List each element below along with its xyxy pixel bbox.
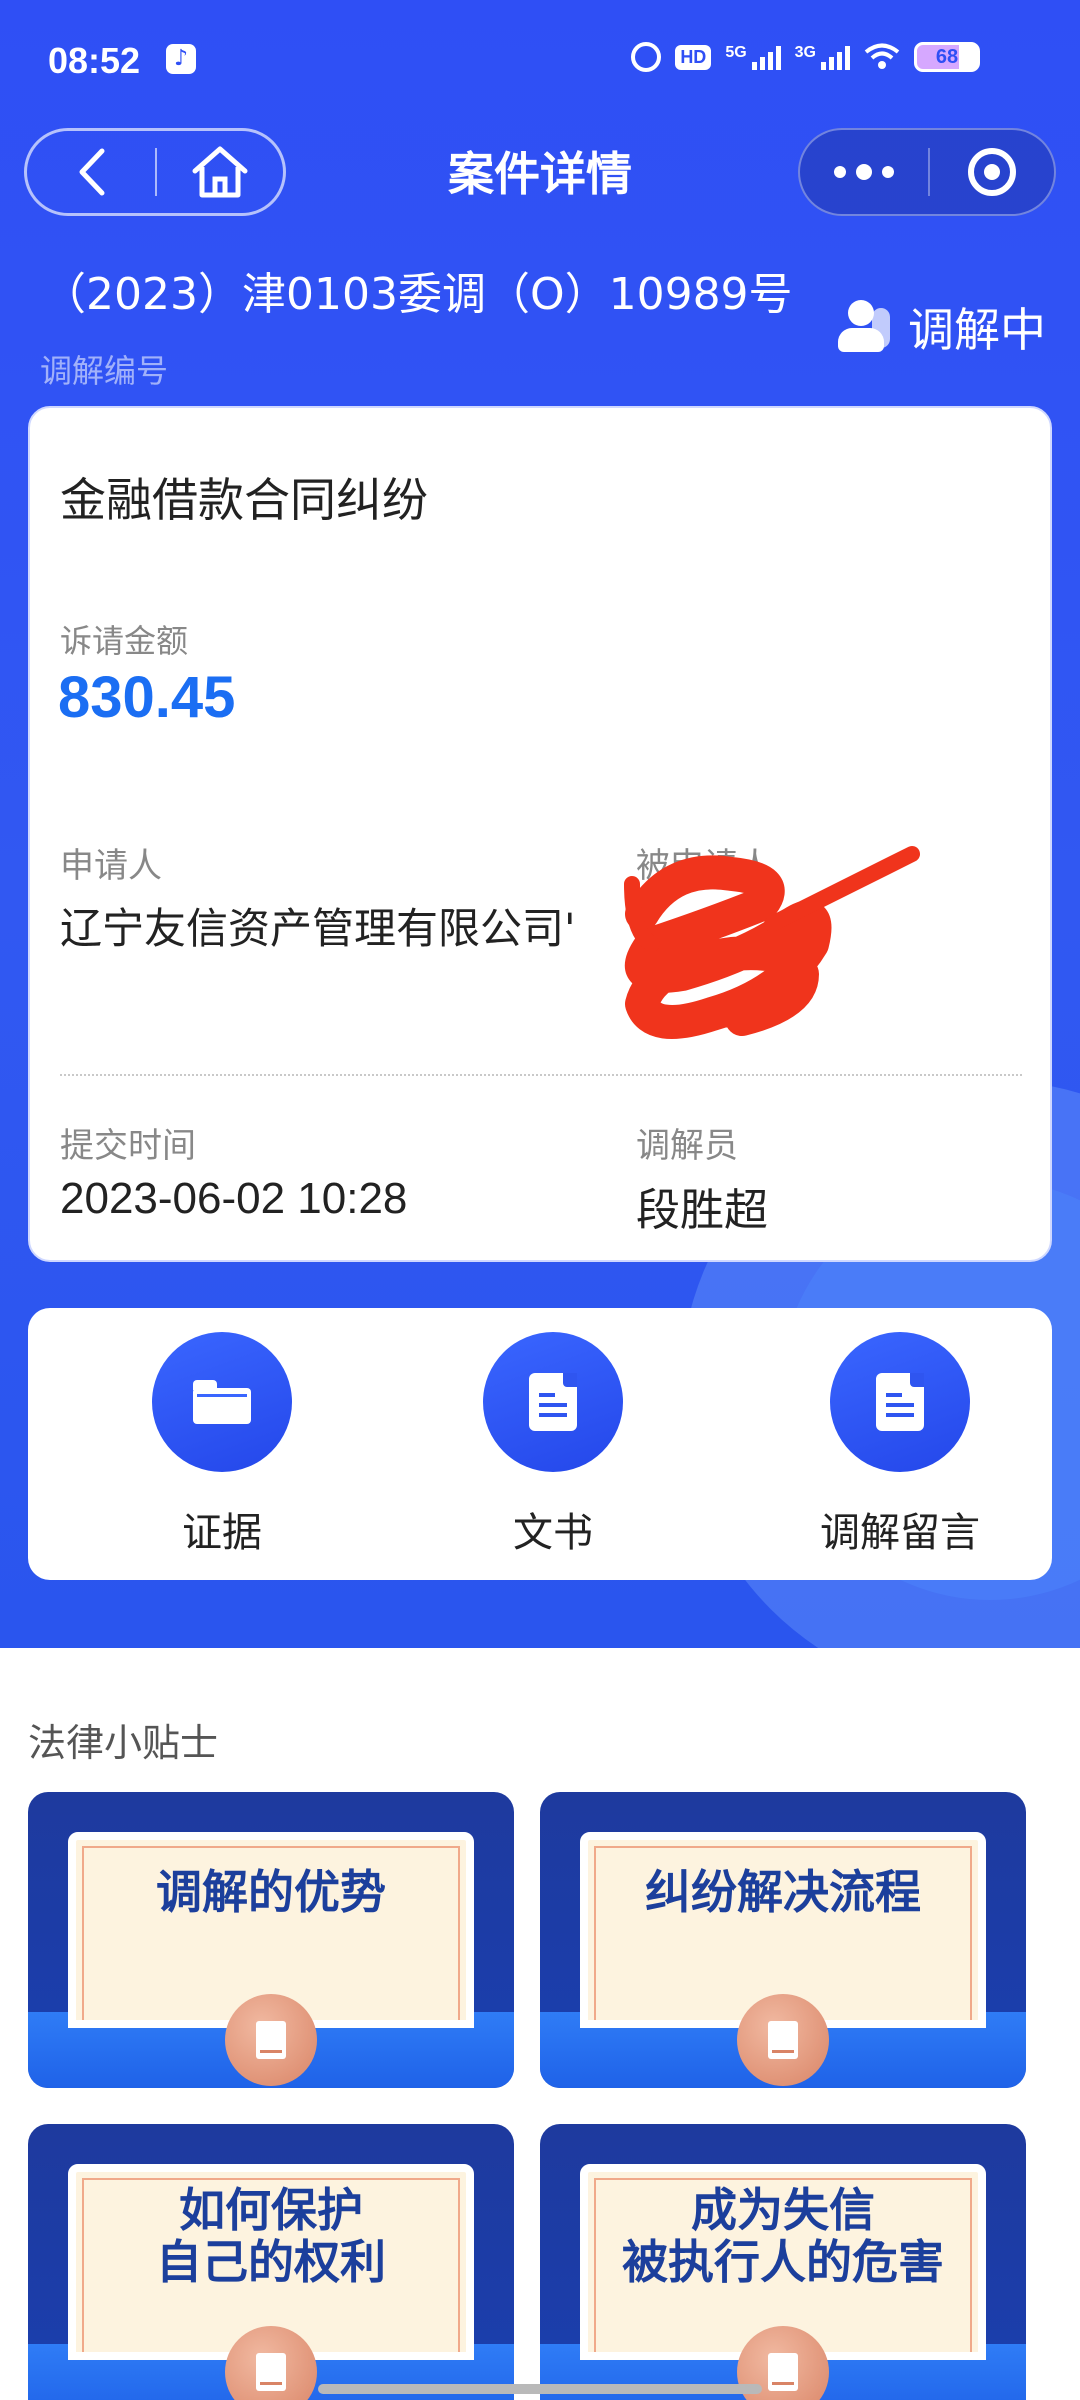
battery-icon: 68 xyxy=(914,42,980,72)
evidence-button[interactable]: 证据 xyxy=(112,1332,332,1558)
submit-time-label: 提交时间 xyxy=(60,1126,196,1166)
network-type-label: 3G xyxy=(794,44,816,61)
status-time: 08:52 xyxy=(48,40,141,81)
documents-circle xyxy=(483,1332,623,1472)
tip-title-line: 自己的权利 xyxy=(156,2235,386,2289)
tip-card[interactable]: 如何保护 自己的权利 xyxy=(28,2124,514,2400)
status-icons: HD 5G 3G 68 xyxy=(631,42,980,72)
target-icon xyxy=(968,148,1016,196)
documents-button[interactable]: 文书 xyxy=(443,1332,663,1558)
document-icon xyxy=(529,1373,577,1431)
evidence-label: 证据 xyxy=(182,1510,262,1556)
mediation-message-label: 调解留言 xyxy=(820,1510,980,1556)
divider xyxy=(60,1074,1022,1076)
case-type: 金融借款合同纠纷 xyxy=(60,473,428,527)
submit-time: 2023-06-02 10:28 xyxy=(60,1174,408,1223)
case-number-label: 调解编号 xyxy=(40,352,169,390)
tip-title-line: 如何保护 xyxy=(179,2183,363,2237)
legal-tips-title: 法律小贴士 xyxy=(28,1721,219,1765)
tip-card[interactable]: 调解的优势 xyxy=(28,1792,514,2088)
more-button[interactable] xyxy=(800,130,928,214)
folder-icon xyxy=(193,1380,251,1424)
close-miniprogram-button[interactable] xyxy=(930,148,1054,196)
signal-3g-icon: 3G xyxy=(795,44,850,70)
document-icon xyxy=(876,1373,924,1431)
case-status-badge: 调解中 xyxy=(838,294,1046,360)
status-text: 调解中 xyxy=(908,303,1046,357)
case-info-card: 金融借款合同纠纷 诉请金额 830.45 申请人 辽宁友信资产管理有限公司' 被… xyxy=(28,406,1052,1262)
tip-title: 纠纷解决流程 xyxy=(645,1865,921,1919)
book-icon xyxy=(737,1994,829,2086)
action-panel: 证据 文书 调解留言 xyxy=(28,1308,1052,1580)
wifi-icon xyxy=(864,43,900,71)
home-indicator[interactable] xyxy=(318,2384,762,2394)
hd-badge: HD xyxy=(675,44,712,70)
book-icon xyxy=(225,1994,317,2086)
tiktok-icon: ♪ xyxy=(166,44,196,74)
signal-5g-icon: 5G xyxy=(725,44,781,70)
dot xyxy=(834,166,846,178)
tip-card[interactable]: 纠纷解决流程 xyxy=(540,1792,1026,2088)
dot xyxy=(882,166,894,178)
mediation-message-button[interactable]: 调解留言 xyxy=(790,1332,1010,1558)
network-type-label: 5G xyxy=(725,44,747,61)
redaction-scribble xyxy=(624,846,920,1039)
applicant-name: 辽宁友信资产管理有限公司' xyxy=(60,904,576,953)
tip-title: 成为失信 被执行人的危害 xyxy=(540,2184,1026,2288)
claim-amount: 830.45 xyxy=(58,665,236,730)
tip-card[interactable]: 成为失信 被执行人的危害 xyxy=(540,2124,1026,2400)
mediator-icon xyxy=(838,300,892,354)
tip-title-line: 成为失信 xyxy=(691,2183,875,2237)
miniprogram-capsule xyxy=(798,128,1056,216)
status-bar: 08:52 ♪ HD 5G 3G 68 xyxy=(0,0,1080,120)
tip-title: 如何保护 自己的权利 xyxy=(28,2184,514,2288)
applicant-label: 申请人 xyxy=(60,846,162,886)
amount-label: 诉请金额 xyxy=(60,622,189,660)
message-circle xyxy=(830,1332,970,1472)
alarm-icon xyxy=(631,42,662,72)
tip-title: 调解的优势 xyxy=(156,1865,386,1919)
dot xyxy=(856,164,872,180)
evidence-circle xyxy=(152,1332,292,1472)
tip-title-line: 被执行人的危害 xyxy=(622,2235,944,2289)
mediator-name: 段胜超 xyxy=(636,1185,768,1236)
documents-label: 文书 xyxy=(513,1510,593,1556)
mediator-label: 调解员 xyxy=(636,1126,738,1166)
case-number: （2023）津0103委调（O）10989号 xyxy=(42,269,793,320)
